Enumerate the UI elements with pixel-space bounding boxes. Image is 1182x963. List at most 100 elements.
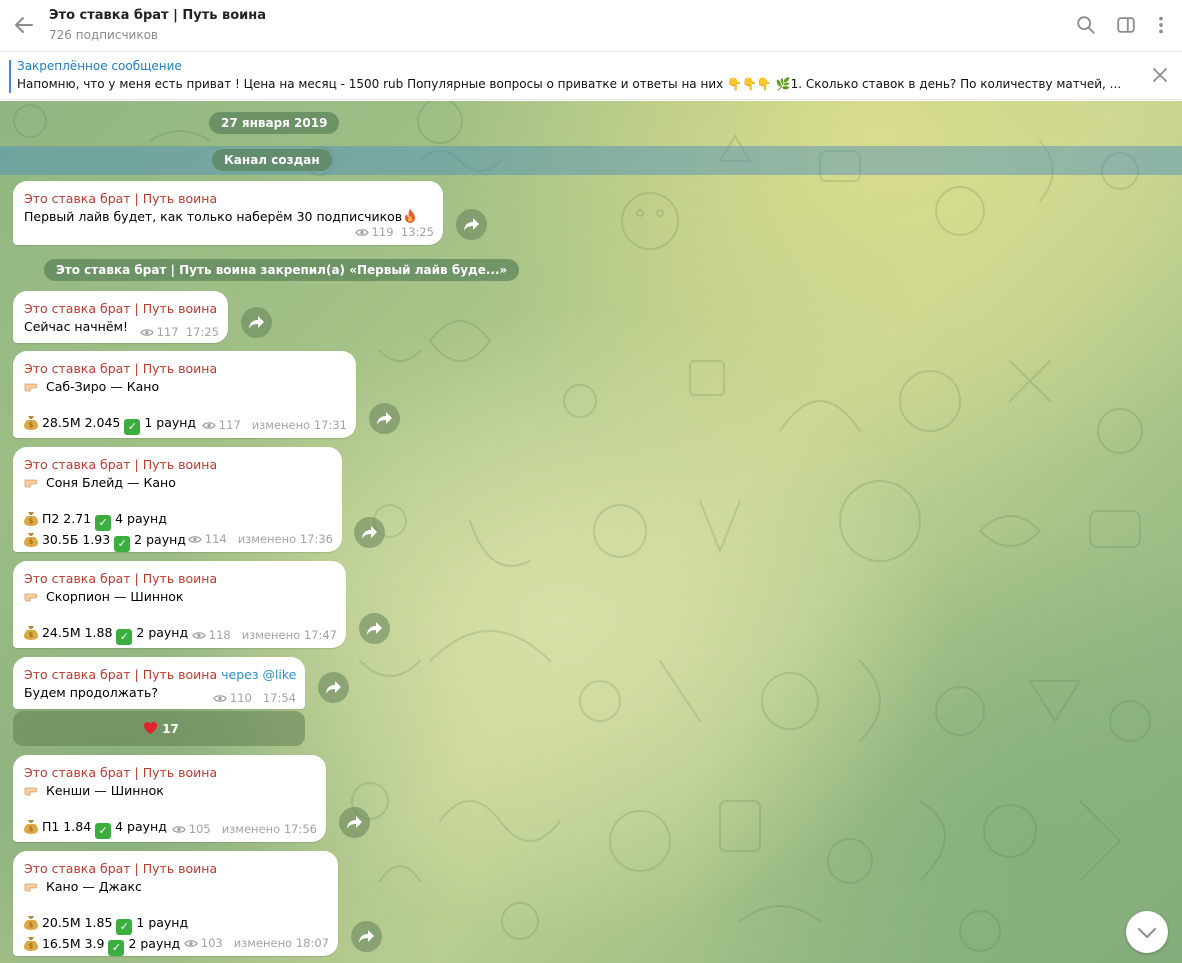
share-arrow-icon: [362, 526, 377, 539]
money-bag-emoji-icon: $: [24, 512, 38, 526]
fight-line: Кано — Джакс: [24, 878, 327, 896]
forward-button[interactable]: [351, 921, 382, 952]
message-bubble[interactable]: Это ставка брат | Путь воина Саб-Зиро — …: [13, 351, 356, 438]
sidebar-toggle-icon[interactable]: [1115, 14, 1137, 36]
message-time: 17:25: [185, 325, 219, 339]
message-meta: 118 изменено 17:47: [192, 628, 337, 642]
date-separator: 27 января 2019: [209, 112, 340, 134]
more-vertical-icon[interactable]: [1150, 14, 1172, 36]
forward-button[interactable]: [241, 307, 272, 338]
forward-button[interactable]: [369, 403, 400, 434]
message-meta: 114 изменено 17:36: [188, 532, 333, 546]
fight-text: Кенши — Шиннок: [45, 783, 164, 798]
message-author[interactable]: Это ставка брат | Путь воина: [24, 456, 331, 474]
message-time: изменено 17:47: [241, 628, 337, 642]
message-author[interactable]: Это ставка брат | Путь воина: [24, 570, 335, 588]
fire-emoji-icon: [405, 209, 416, 223]
bet-round: 1 раунд: [144, 415, 197, 430]
bet-round: 2 раунд: [136, 625, 189, 640]
message-bubble[interactable]: Это ставка брат | Путь воина Сейчас начн…: [13, 291, 228, 343]
via-bot-link[interactable]: через @like: [221, 667, 296, 682]
money-bag-emoji-icon: $: [24, 416, 38, 430]
bet-odds: 28.5M 2.045: [41, 415, 121, 430]
close-icon[interactable]: [1152, 67, 1168, 83]
bet-odds: 24.5M 1.88: [41, 625, 113, 640]
share-arrow-icon: [377, 412, 392, 425]
pinned-text: Напомню, что у меня есть приват ! Цена н…: [17, 77, 1122, 91]
eye-icon: [354, 229, 369, 236]
scroll-to-bottom-button[interactable]: [1126, 911, 1168, 953]
message-author: Это ставка брат | Путь воина через @like: [24, 666, 296, 684]
forward-button[interactable]: [354, 517, 385, 548]
chat-area[interactable]: 27 января 2019 Канал создан Это ставка б…: [0, 101, 1182, 963]
view-count: 119: [371, 225, 394, 239]
svg-text:$: $: [29, 631, 33, 639]
message-bubble[interactable]: Это ставка брат | Путь воина Первый лайв…: [13, 181, 443, 245]
channel-created-notice: Канал создан: [212, 149, 332, 171]
message-meta: 119 13:25: [354, 225, 434, 239]
message-author[interactable]: Это ставка брат | Путь воина: [24, 860, 327, 878]
bet-round: 4 раунд: [115, 819, 167, 834]
view-count: 117: [156, 325, 179, 339]
share-arrow-icon: [347, 816, 362, 829]
message-bubble[interactable]: Это ставка брат | Путь воина Кано — Джак…: [13, 851, 338, 956]
message-author[interactable]: Это ставка брат | Путь воина: [24, 300, 217, 318]
bet-round: 4 раунд: [115, 511, 167, 526]
author-name[interactable]: Это ставка брат | Путь воина: [24, 667, 217, 682]
chat-header: Это ставка брат | Путь воина 726 подписч…: [0, 0, 1182, 52]
forward-button[interactable]: [456, 209, 487, 240]
share-arrow-icon: [249, 316, 264, 329]
heart-icon: [143, 721, 158, 734]
view-count: 114: [204, 532, 227, 546]
check-mark-emoji-icon: ✓: [108, 940, 125, 956]
eye-icon: [213, 695, 227, 702]
check-mark-emoji-icon: ✓: [124, 419, 141, 435]
message-bubble[interactable]: Это ставка брат | Путь воина Кенши — Шин…: [13, 755, 326, 842]
view-count: 118: [208, 628, 231, 642]
message-author[interactable]: Это ставка брат | Путь воина: [24, 764, 315, 782]
bet-odds: П2 2.71: [41, 511, 92, 526]
fight-text: Скорпион — Шиннок: [45, 589, 184, 604]
pointing-hand-emoji-icon: [24, 883, 38, 892]
search-icon[interactable]: [1075, 14, 1097, 36]
message-bubble[interactable]: Это ставка брат | Путь воина через @like…: [13, 657, 305, 709]
pinned-message-bar[interactable]: Закреплённое сообщение Напомню, что у ме…: [0, 53, 1182, 100]
message-meta: 105 изменено 17:56: [172, 822, 317, 836]
check-mark-emoji-icon: ✓: [95, 823, 112, 839]
reaction-button[interactable]: 17: [143, 719, 179, 739]
message-author[interactable]: Это ставка брат | Путь воина: [24, 360, 345, 378]
pointing-hand-emoji-icon: [24, 479, 38, 488]
check-mark-emoji-icon: ✓: [116, 919, 133, 935]
message-text: Первый лайв будет, как только наберём 30…: [24, 208, 432, 226]
service-highlight-strip: [0, 146, 1182, 175]
view-count: 103: [200, 936, 223, 950]
forward-button[interactable]: [318, 672, 349, 703]
message-time: 17:54: [262, 691, 296, 705]
eye-icon: [184, 940, 198, 947]
bet-odds: 30.5Б 1.93: [41, 532, 111, 547]
back-arrow-icon[interactable]: [12, 13, 36, 37]
bet-round: 2 раунд: [134, 532, 186, 547]
forward-button[interactable]: [359, 613, 390, 644]
pin-notice[interactable]: Это ставка брат | Путь воина закрепил(а)…: [44, 259, 520, 281]
money-bag-emoji-icon: $: [24, 820, 38, 834]
share-arrow-icon: [367, 622, 382, 635]
svg-text:$: $: [29, 921, 33, 929]
view-count: 105: [188, 822, 211, 836]
bet-odds: 20.5M 1.85: [41, 915, 113, 930]
message-author[interactable]: Это ставка брат | Путь воина: [24, 190, 432, 208]
forward-button[interactable]: [339, 807, 370, 838]
message-bubble[interactable]: Это ставка брат | Путь воина Скорпион — …: [13, 561, 346, 648]
bet-odds: П1 1.84: [41, 819, 92, 834]
message-time: изменено 17:56: [221, 822, 317, 836]
channel-title[interactable]: Это ставка брат | Путь воина: [49, 8, 266, 23]
message-meta: 117 17:25: [139, 325, 219, 339]
eye-icon: [172, 826, 186, 833]
message-bubble[interactable]: Это ставка брат | Путь воина Соня Блейд …: [13, 447, 342, 552]
eye-icon: [202, 422, 216, 429]
fight-line: Саб-Зиро — Кано: [24, 378, 345, 396]
